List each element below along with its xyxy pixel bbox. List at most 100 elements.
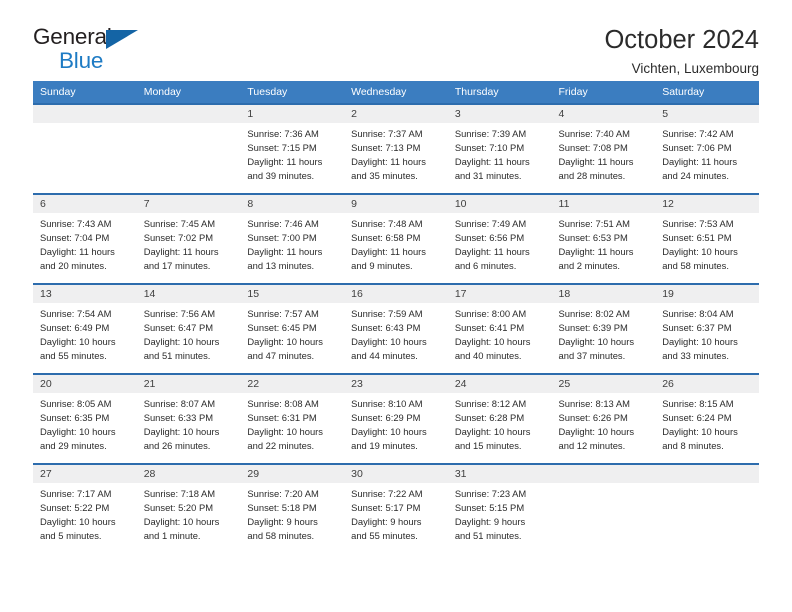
sunset-text: Sunset: 7:02 PM: [143, 232, 214, 244]
day-number: 23: [344, 375, 448, 393]
calendar-week-row: 27 Sunrise: 7:17 AM Sunset: 5:22 PM Dayligh…: [33, 463, 759, 554]
calendar-day-cell[interactable]: 28 Sunrise: 7:18 AM Sunset: 5:20 PM Dayligh…: [136, 463, 241, 554]
calendar-day-cell[interactable]: 7 Sunrise: 7:45 AM Sunset: 7:02 PM Daylight…: [136, 193, 241, 284]
day-number: 2: [344, 105, 448, 123]
page-header: General Blue October 2024 Vichten, Luxem…: [33, 0, 759, 76]
sunrise-text: Sunrise: 8:13 AM: [558, 398, 630, 409]
daylight-text-line1: Daylight: 11 hours: [143, 246, 219, 258]
day-details: Sunrise: 7:37 AM Sunset: 7:13 PM Daylight:…: [344, 123, 448, 183]
sunrise-text: Sunrise: 7:48 AM: [351, 218, 423, 229]
day-details: Sunrise: 7:57 AM Sunset: 6:45 PM Daylight:…: [240, 303, 344, 363]
sunrise-text: Sunrise: 7:18 AM: [143, 488, 216, 499]
calendar-day-cell[interactable]: 8 Sunrise: 7:46 AM Sunset: 7:00 PM Daylight…: [240, 193, 345, 284]
calendar-day-cell[interactable]: 29 Sunrise: 7:20 AM Sunset: 5:18 PM Dayligh…: [240, 463, 345, 554]
daylight-text-line2: and 2 minutes.: [558, 260, 621, 272]
daylight-text-line2: and 22 minutes.: [247, 440, 315, 452]
daylight-text-line2: and 39 minutes.: [247, 170, 315, 182]
day-number: 22: [240, 375, 345, 393]
daylight-text-line1: Daylight: 11 hours: [558, 246, 634, 258]
day-details: [655, 483, 759, 487]
sunrise-text: Sunrise: 7:46 AM: [247, 218, 319, 229]
brand-logo[interactable]: General Blue: [33, 25, 148, 74]
calendar-day-cell[interactable]: 5 Sunrise: 7:42 AM Sunset: 7:06 PM Daylight…: [655, 103, 759, 194]
sunrise-text: Sunrise: 8:05 AM: [40, 398, 112, 409]
sunrise-text: Sunrise: 7:54 AM: [40, 308, 112, 319]
sunset-text: Sunset: 6:49 PM: [40, 322, 110, 334]
sunset-text: Sunset: 6:26 PM: [558, 412, 628, 424]
day-details: Sunrise: 7:51 AM Sunset: 6:53 PM Daylight:…: [552, 213, 656, 273]
brand-name-blue: Blue: [59, 47, 104, 73]
day-details: Sunrise: 7:40 AM Sunset: 7:08 PM Daylight:…: [552, 123, 656, 183]
calendar-day-cell[interactable]: 9 Sunrise: 7:48 AM Sunset: 6:58 PM Daylight…: [344, 193, 448, 284]
calendar-day-cell[interactable]: 3 Sunrise: 7:39 AM Sunset: 7:10 PM Daylight…: [447, 103, 552, 194]
daylight-text-line2: and 58 minutes.: [662, 260, 729, 272]
daylight-text-line2: and 13 minutes.: [247, 260, 315, 272]
day-number: 9: [344, 195, 448, 213]
sunrise-text: Sunrise: 8:04 AM: [662, 308, 734, 319]
calendar-day-cell[interactable]: 31 Sunrise: 7:23 AM Sunset: 5:15 PM Dayligh…: [447, 463, 552, 554]
daylight-text-line1: Daylight: 11 hours: [558, 156, 634, 168]
daylight-text-line2: and 17 minutes.: [143, 260, 211, 272]
day-number: 16: [344, 285, 448, 303]
day-details: Sunrise: 7:48 AM Sunset: 6:58 PM Daylight:…: [344, 213, 448, 273]
calendar-day-cell[interactable]: 27 Sunrise: 7:17 AM Sunset: 5:22 PM Dayligh…: [33, 463, 137, 554]
calendar-day-cell[interactable]: 21 Sunrise: 8:07 AM Sunset: 6:33 PM Dayligh…: [136, 373, 241, 464]
calendar-day-cell[interactable]: 2 Sunrise: 7:37 AM Sunset: 7:13 PM Daylight…: [344, 103, 448, 194]
sunset-text: Sunset: 6:43 PM: [351, 322, 421, 334]
sunset-text: Sunset: 6:53 PM: [558, 232, 628, 244]
weekday-header-wednesday: Wednesday: [344, 81, 448, 104]
daylight-text-line1: Daylight: 10 hours: [662, 246, 738, 258]
day-details: Sunrise: 7:17 AM Sunset: 5:22 PM Daylight:…: [33, 483, 137, 543]
calendar-day-cell[interactable]: 18 Sunrise: 8:02 AM Sunset: 6:39 PM Dayligh…: [551, 283, 656, 374]
calendar-day-cell[interactable]: 19 Sunrise: 8:04 AM Sunset: 6:37 PM Dayligh…: [655, 283, 759, 374]
day-number: 19: [655, 285, 759, 303]
daylight-text-line2: and 55 minutes.: [40, 350, 107, 362]
weekday-header-friday: Friday: [551, 81, 656, 104]
day-details: Sunrise: 8:10 AM Sunset: 6:29 PM Daylight:…: [344, 393, 448, 453]
daylight-text-line1: Daylight: 9 hours: [247, 516, 318, 528]
calendar-day-cell[interactable]: 15 Sunrise: 7:57 AM Sunset: 6:45 PM Dayligh…: [240, 283, 345, 374]
day-details: Sunrise: 7:36 AM Sunset: 7:15 PM Daylight:…: [240, 123, 344, 183]
calendar-day-cell[interactable]: 30 Sunrise: 7:22 AM Sunset: 5:17 PM Dayligh…: [344, 463, 448, 554]
day-details: Sunrise: 7:39 AM Sunset: 7:10 PM Daylight:…: [448, 123, 552, 183]
title-block: October 2024 Vichten, Luxembourg: [604, 26, 759, 76]
calendar-body: 1 Sunrise: 7:36 AM Sunset: 7:15 PM Daylight…: [33, 103, 759, 554]
calendar-day-cell[interactable]: 4 Sunrise: 7:40 AM Sunset: 7:08 PM Daylight…: [551, 103, 656, 194]
sunrise-text: Sunrise: 7:22 AM: [351, 488, 423, 499]
calendar-day-cell[interactable]: 23 Sunrise: 8:10 AM Sunset: 6:29 PM Dayligh…: [344, 373, 448, 464]
daylight-text-line2: and 44 minutes.: [351, 350, 418, 362]
calendar-day-cell[interactable]: 22 Sunrise: 8:08 AM Sunset: 6:31 PM Dayligh…: [240, 373, 345, 464]
daylight-text-line1: Daylight: 11 hours: [351, 246, 426, 258]
calendar-day-cell[interactable]: 10 Sunrise: 7:49 AM Sunset: 6:56 PM Dayligh…: [447, 193, 552, 284]
day-number: 24: [447, 375, 552, 393]
calendar-day-cell[interactable]: 1 Sunrise: 7:36 AM Sunset: 7:15 PM Daylight…: [240, 103, 345, 194]
daylight-text-line1: Daylight: 11 hours: [247, 156, 323, 168]
daylight-text-line2: and 15 minutes.: [454, 440, 522, 452]
calendar-day-cell[interactable]: 11 Sunrise: 7:51 AM Sunset: 6:53 PM Dayligh…: [551, 193, 656, 284]
sunrise-sunset-calendar: Sunday Monday Tuesday Wednesday Thursday…: [33, 81, 759, 554]
day-details: Sunrise: 7:20 AM Sunset: 5:18 PM Daylight:…: [240, 483, 344, 543]
calendar-day-cell[interactable]: 6 Sunrise: 7:43 AM Sunset: 7:04 PM Daylight…: [33, 193, 137, 284]
calendar-empty-cell: [655, 463, 759, 554]
calendar-day-cell[interactable]: 14 Sunrise: 7:56 AM Sunset: 6:47 PM Dayligh…: [136, 283, 241, 374]
page-title: October 2024: [604, 26, 759, 54]
calendar-day-cell[interactable]: 20 Sunrise: 8:05 AM Sunset: 6:35 PM Dayligh…: [33, 373, 137, 464]
calendar-page: General Blue October 2024 Vichten, Luxem…: [0, 0, 792, 612]
calendar-day-cell[interactable]: 25 Sunrise: 8:13 AM Sunset: 6:26 PM Dayligh…: [551, 373, 656, 464]
calendar-day-cell[interactable]: 12 Sunrise: 7:53 AM Sunset: 6:51 PM Dayligh…: [655, 193, 759, 284]
calendar-day-cell[interactable]: 16 Sunrise: 7:59 AM Sunset: 6:43 PM Dayligh…: [344, 283, 448, 374]
day-details: Sunrise: 7:49 AM Sunset: 6:56 PM Daylight:…: [448, 213, 552, 273]
sunset-text: Sunset: 6:56 PM: [454, 232, 525, 244]
sunrise-text: Sunrise: 7:37 AM: [351, 128, 423, 139]
calendar-day-cell[interactable]: 26 Sunrise: 8:15 AM Sunset: 6:24 PM Dayligh…: [655, 373, 759, 464]
daylight-text-line2: and 51 minutes.: [143, 350, 211, 362]
day-number: 14: [136, 285, 241, 303]
day-details: Sunrise: 7:45 AM Sunset: 7:02 PM Daylight:…: [137, 213, 241, 273]
calendar-day-cell[interactable]: 13 Sunrise: 7:54 AM Sunset: 6:49 PM Dayligh…: [33, 283, 137, 374]
calendar-day-cell[interactable]: 24 Sunrise: 8:12 AM Sunset: 6:28 PM Dayligh…: [447, 373, 552, 464]
calendar-day-cell[interactable]: 17 Sunrise: 8:00 AM Sunset: 6:41 PM Dayligh…: [447, 283, 552, 374]
day-number: 29: [240, 465, 345, 483]
daylight-text-line1: Daylight: 11 hours: [40, 246, 115, 258]
day-number: 12: [655, 195, 759, 213]
day-number: 5: [655, 105, 759, 123]
